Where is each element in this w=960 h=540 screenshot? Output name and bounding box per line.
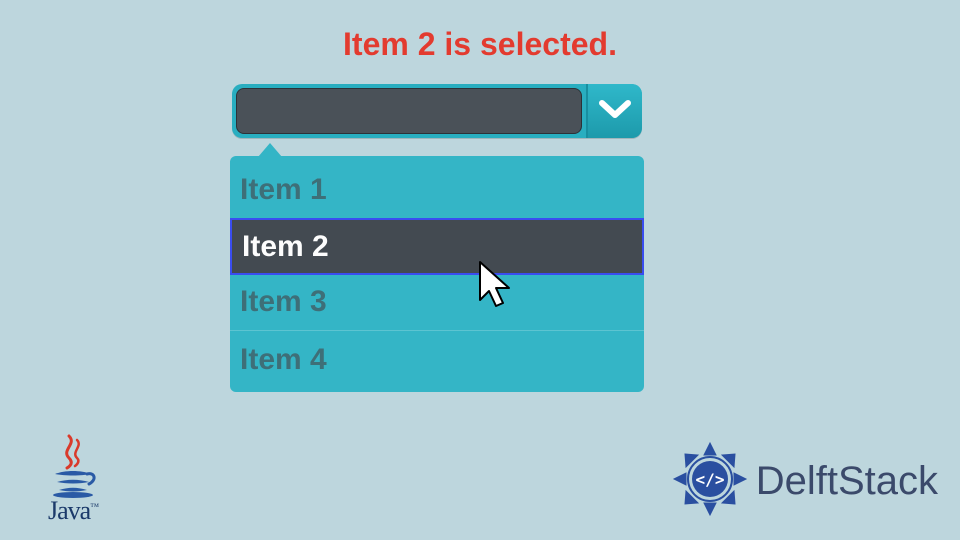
java-logo: Java™ [28, 434, 118, 526]
java-cup-icon [28, 434, 118, 498]
combo-dropdown-button[interactable] [586, 84, 642, 138]
chevron-down-icon [598, 97, 632, 126]
svg-text:</>: </> [695, 470, 724, 489]
page-title: Item 2 is selected. [0, 26, 960, 63]
combo-selected-value[interactable] [236, 88, 582, 134]
delftstack-label: DelftStack [756, 459, 938, 504]
menu-item-1[interactable]: Item 1 [230, 162, 644, 219]
menu-item-4[interactable]: Item 4 [230, 331, 644, 388]
dropdown-menu: Item 1 Item 2 Item 3 Item 4 [230, 156, 644, 392]
delftstack-emblem-icon: </> [670, 439, 750, 524]
combo-box[interactable] [232, 84, 642, 138]
delftstack-logo: </> DelftStack [670, 439, 938, 524]
java-label: Java™ [28, 496, 118, 526]
menu-item-3[interactable]: Item 3 [230, 274, 644, 331]
menu-item-2[interactable]: Item 2 [230, 218, 644, 275]
menu-pointer [258, 143, 282, 157]
